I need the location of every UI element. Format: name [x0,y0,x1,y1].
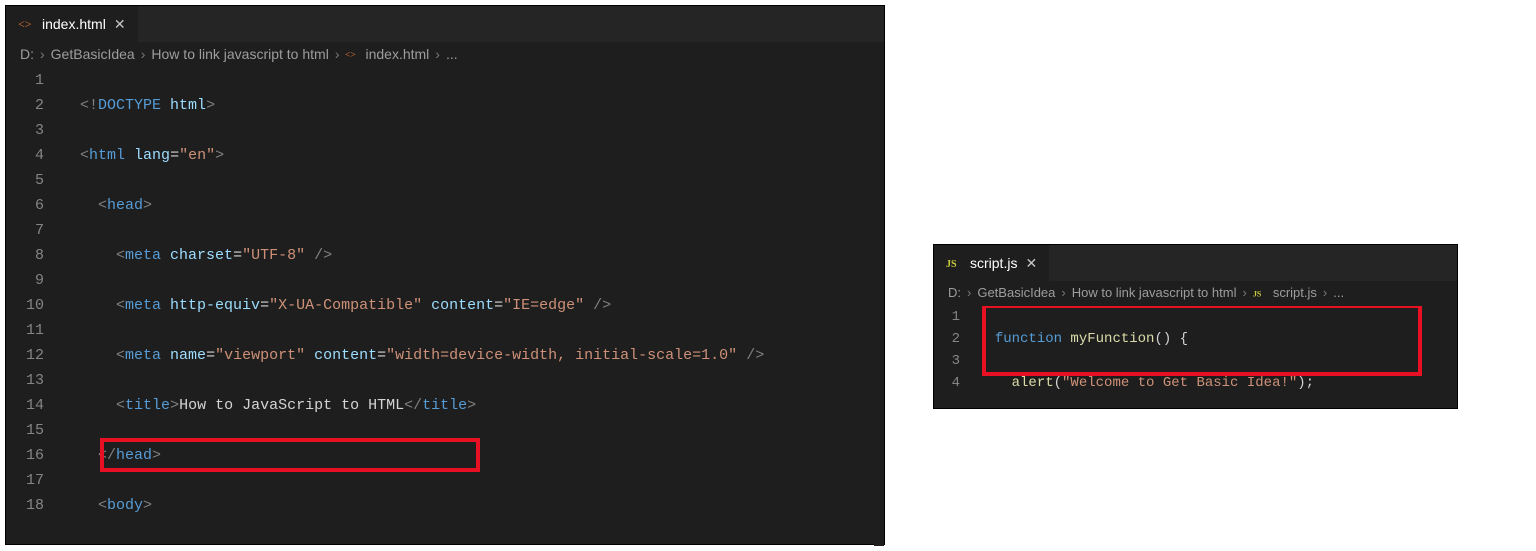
breadcrumb-seg: D: [948,285,961,300]
breadcrumb-seg: D: [20,46,34,62]
breadcrumb-tail: ... [446,46,458,62]
svg-text:JS: JS [946,259,957,270]
editor-window-right: JS script.js ✕ D: › GetBasicIdea › How t… [933,244,1458,409]
tab-index-html[interactable]: <> index.html ✕ [6,6,139,42]
code-content[interactable]: <!DOCTYPE html> <html lang="en"> <head> … [62,68,884,546]
chevron-right-icon: › [435,46,440,62]
chevron-right-icon: › [1242,285,1246,300]
breadcrumb-seg: GetBasicIdea [977,285,1055,300]
breadcrumb-seg: GetBasicIdea [51,46,135,62]
html-icon: <> [18,16,34,32]
breadcrumb[interactable]: D: › GetBasicIdea › How to link javascri… [934,281,1457,306]
breadcrumb-tail: ... [1333,285,1344,300]
tab-script-js[interactable]: JS script.js ✕ [934,245,1050,281]
chevron-right-icon: › [335,46,340,62]
close-icon[interactable]: ✕ [1025,255,1037,272]
tab-bar: JS script.js ✕ [934,245,1457,281]
js-icon: JS [1253,286,1267,300]
code-area[interactable]: 123456789 101112131415161718 <!DOCTYPE h… [6,68,884,546]
breadcrumb-file: index.html [365,46,429,62]
chevron-right-icon: › [141,46,146,62]
line-number-gutter: 123456789 101112131415161718 [6,68,62,546]
chevron-right-icon: › [967,285,971,300]
breadcrumb-seg: How to link javascript to html [1072,285,1237,300]
chevron-right-icon: › [40,46,45,62]
minimap[interactable] [874,68,884,546]
tab-label: script.js [970,255,1017,271]
code-area[interactable]: 1234 function myFunction() { alert("Welc… [934,306,1457,406]
editor-window-left: <> index.html ✕ D: › GetBasicIdea › How … [5,5,885,545]
close-icon[interactable]: ✕ [114,16,126,33]
code-content[interactable]: function myFunction() { alert("Welcome t… [978,306,1457,406]
tab-label: index.html [42,16,106,32]
html-icon: <> [345,47,359,61]
svg-text:<>: <> [18,17,32,31]
breadcrumb-file: script.js [1273,285,1317,300]
tab-bar: <> index.html ✕ [6,6,884,42]
chevron-right-icon: › [1061,285,1065,300]
breadcrumb-seg: How to link javascript to html [151,46,328,62]
svg-text:JS: JS [1253,289,1262,298]
line-number-gutter: 1234 [934,306,978,406]
chevron-right-icon: › [1323,285,1327,300]
svg-text:<>: <> [345,50,356,61]
breadcrumb[interactable]: D: › GetBasicIdea › How to link javascri… [6,42,884,68]
js-icon: JS [946,255,962,271]
